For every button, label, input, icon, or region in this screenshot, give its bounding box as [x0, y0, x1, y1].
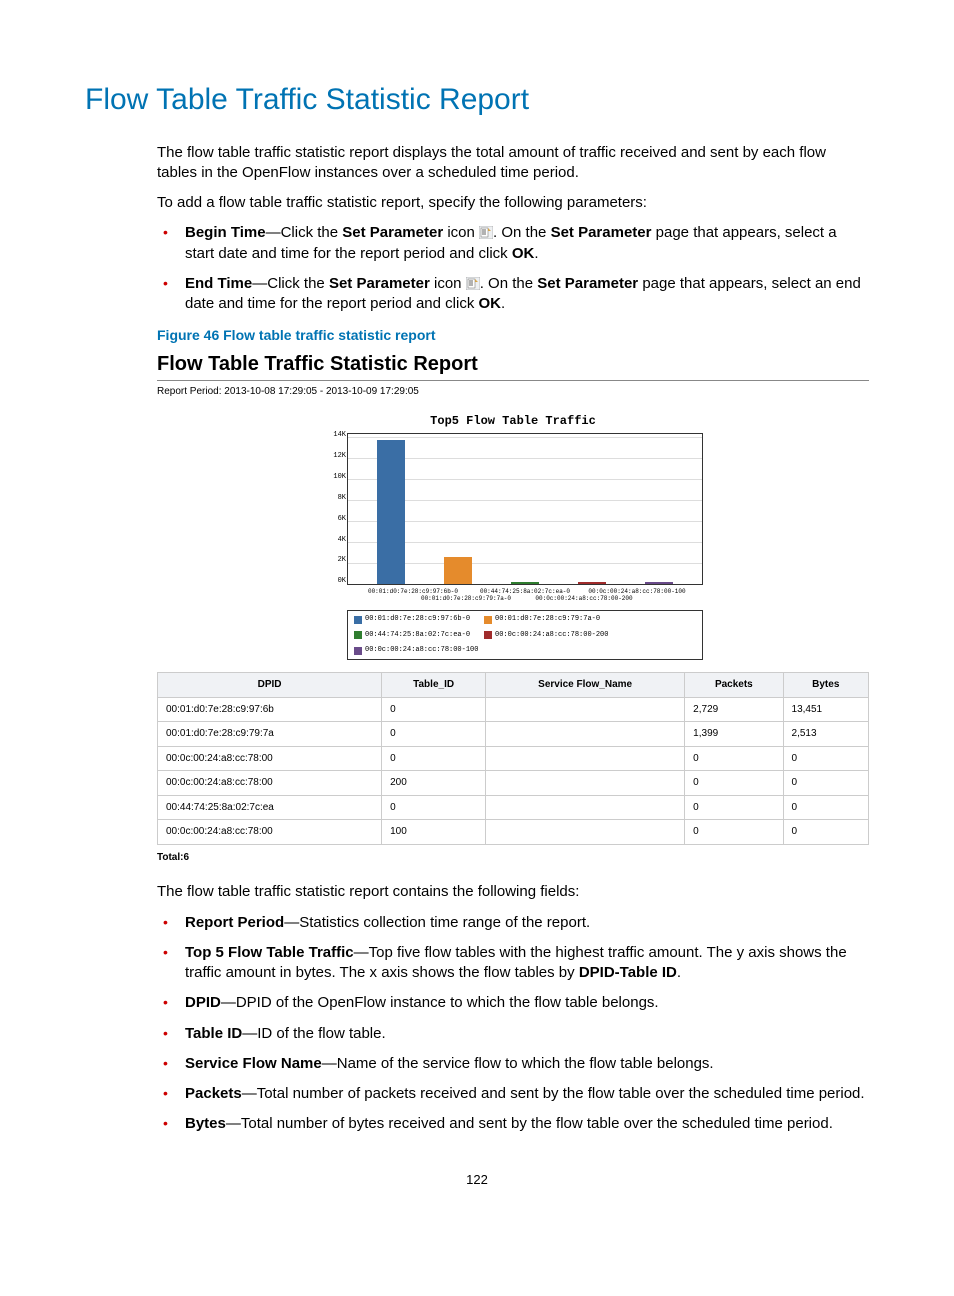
list-item: Top 5 Flow Table Traffic—Top five flow t…	[157, 943, 869, 984]
legend-item: 00:01:d0:7e:28:c9:97:6b-0	[354, 615, 470, 624]
parameter-list: Begin Time—Click the Set Parameter icon …	[157, 223, 869, 314]
chart-bar	[645, 582, 673, 584]
page-title: Flow Table Traffic Statistic Report	[85, 80, 869, 121]
fields-list: Report Period—Statistics collection time…	[157, 913, 869, 1135]
table-total: Total:6	[157, 851, 869, 865]
chart-bars	[348, 434, 702, 584]
set-parameter-icon	[466, 277, 480, 290]
list-item: DPID—DPID of the OpenFlow instance to wh…	[157, 993, 869, 1013]
list-item: End Time—Click the Set Parameter icon . …	[157, 274, 869, 315]
list-item: Table ID—ID of the flow table.	[157, 1024, 869, 1044]
table-row: 00:0c:00:24:a8:cc:78:0010000	[158, 820, 869, 845]
chart-bar	[377, 440, 405, 584]
chart-x-axis-2: 00:01:d0:7e:28:c9:79:7a-000:0c:00:24:a8:…	[347, 595, 703, 606]
chart-bar	[578, 582, 606, 584]
table-header: Bytes	[783, 673, 868, 698]
chart-legend: 00:01:d0:7e:28:c9:97:6b-0 00:01:d0:7e:28:…	[347, 610, 703, 660]
list-item: Bytes—Total number of bytes received and…	[157, 1114, 869, 1134]
legend-item: 00:01:d0:7e:28:c9:79:7a-0	[484, 615, 600, 624]
chart-title: Top5 Flow Table Traffic	[323, 413, 703, 429]
report-period: Report Period: 2013-10-08 17:29:05 - 201…	[157, 385, 869, 399]
intro-paragraph-2: To add a flow table traffic statistic re…	[157, 193, 869, 213]
chart-bar	[511, 582, 539, 584]
table-header: Service Flow_Name	[486, 673, 685, 698]
chart-y-axis: 0K2K4K6K8K10K12K14K	[324, 431, 346, 587]
legend-item: 00:44:74:25:8a:02:7c:ea-0	[354, 631, 470, 640]
chart-bar	[444, 557, 472, 584]
set-parameter-icon	[479, 226, 493, 239]
legend-item: 00:0c:00:24:a8:cc:78:00-100	[354, 646, 478, 655]
table-header: DPID	[158, 673, 382, 698]
list-item: Begin Time—Click the Set Parameter icon …	[157, 223, 869, 264]
screenshot-title: Flow Table Traffic Statistic Report	[157, 351, 869, 378]
figure-caption: Figure 46 Flow table traffic statistic r…	[157, 326, 869, 345]
fields-intro: The flow table traffic statistic report …	[157, 882, 869, 902]
table-row: 00:01:d0:7e:28:c9:97:6b02,72913,451	[158, 697, 869, 722]
table-row: 00:0c:00:24:a8:cc:78:0020000	[158, 771, 869, 796]
table-row: 00:01:d0:7e:28:c9:79:7a01,3992,513	[158, 722, 869, 747]
list-item: Packets—Total number of packets received…	[157, 1084, 869, 1104]
flow-table-data: DPIDTable_IDService Flow_NamePacketsByte…	[157, 672, 869, 845]
table-header: Packets	[685, 673, 783, 698]
term-begin-time: Begin Time	[185, 224, 266, 241]
list-item: Report Period—Statistics collection time…	[157, 913, 869, 933]
table-header: Table_ID	[382, 673, 486, 698]
report-screenshot: Flow Table Traffic Statistic Report Repo…	[157, 351, 869, 864]
list-item: Service Flow Name—Name of the service fl…	[157, 1054, 869, 1074]
legend-item: 00:0c:00:24:a8:cc:78:00-200	[484, 631, 608, 640]
chart-x-axis: 00:01:d0:7e:28:c9:97:6b-000:44:74:25:8a:…	[347, 585, 703, 595]
table-row: 00:0c:00:24:a8:cc:78:00000	[158, 746, 869, 771]
intro-paragraph: The flow table traffic statistic report …	[157, 143, 869, 184]
term-end-time: End Time	[185, 275, 252, 292]
chart-top5-traffic: Top5 Flow Table Traffic 0K2K4K6K8K10K12K…	[323, 413, 703, 661]
table-row: 00:44:74:25:8a:02:7c:ea000	[158, 795, 869, 820]
page-number: 122	[85, 1171, 869, 1189]
